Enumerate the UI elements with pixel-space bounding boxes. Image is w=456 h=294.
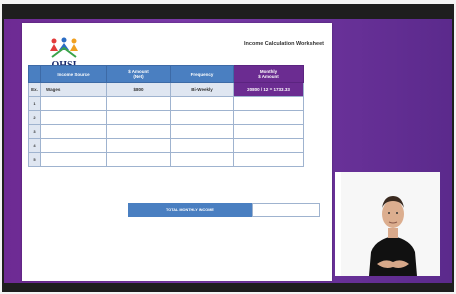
header-frequency: Frequency — [170, 65, 234, 83]
frequency-cell[interactable] — [170, 124, 234, 139]
monthly-cell[interactable] — [233, 96, 304, 111]
table-row: 4 — [28, 138, 304, 153]
header-monthly: Monthly $ Amount — [233, 65, 304, 83]
example-frequency: Bi-Weekly — [170, 82, 234, 97]
total-monthly-income-label: TOTAL MONTHLY INCOME — [128, 203, 252, 217]
monthly-cell[interactable] — [233, 110, 304, 125]
monthly-cell[interactable] — [233, 124, 304, 139]
amount-cell[interactable] — [106, 110, 171, 125]
row-number: 1 — [28, 96, 41, 111]
frequency-cell[interactable] — [170, 96, 234, 111]
amount-cell[interactable] — [106, 138, 171, 153]
example-label: Ex. — [28, 82, 41, 97]
income-source-cell[interactable] — [40, 124, 107, 139]
frequency-cell[interactable] — [170, 110, 234, 125]
example-source: Wages — [40, 82, 107, 97]
worksheet-title: Income Calculation Worksheet — [244, 41, 324, 47]
row-number: 4 — [28, 138, 41, 153]
amount-cell[interactable] — [106, 124, 171, 139]
amount-cell[interactable] — [106, 152, 171, 167]
income-table: Income Source $ Amount (Net) Frequency M… — [28, 65, 304, 167]
frequency-cell[interactable] — [170, 152, 234, 167]
monthly-cell[interactable] — [233, 138, 304, 153]
presenter-video — [335, 172, 440, 276]
table-row: 2 — [28, 110, 304, 125]
header-number — [28, 65, 41, 83]
monthly-cell[interactable] — [233, 152, 304, 167]
table-header: Income Source $ Amount (Net) Frequency M… — [28, 65, 304, 83]
example-row: Ex. Wages $800 Bi-Weekly 20800 / 12 = 17… — [28, 82, 304, 97]
header-income-source: Income Source — [40, 65, 107, 83]
total-monthly-income-value[interactable] — [252, 203, 320, 217]
amount-cell[interactable] — [106, 96, 171, 111]
table-row: 5 — [28, 152, 304, 167]
presenter-image — [341, 172, 440, 276]
example-amount: $800 — [106, 82, 171, 97]
income-source-cell[interactable] — [40, 96, 107, 111]
row-number: 3 — [28, 124, 41, 139]
example-monthly: 20800 / 12 = 1733.33 — [233, 82, 304, 97]
people-icon — [50, 37, 78, 58]
header-amount: $ Amount (Net) — [106, 65, 171, 83]
table-row: 1 — [28, 96, 304, 111]
frequency-cell[interactable] — [170, 138, 234, 153]
income-source-cell[interactable] — [40, 152, 107, 167]
table-row: 3 — [28, 124, 304, 139]
income-source-cell[interactable] — [40, 110, 107, 125]
row-number: 5 — [28, 152, 41, 167]
income-source-cell[interactable] — [40, 138, 107, 153]
row-number: 2 — [28, 110, 41, 125]
